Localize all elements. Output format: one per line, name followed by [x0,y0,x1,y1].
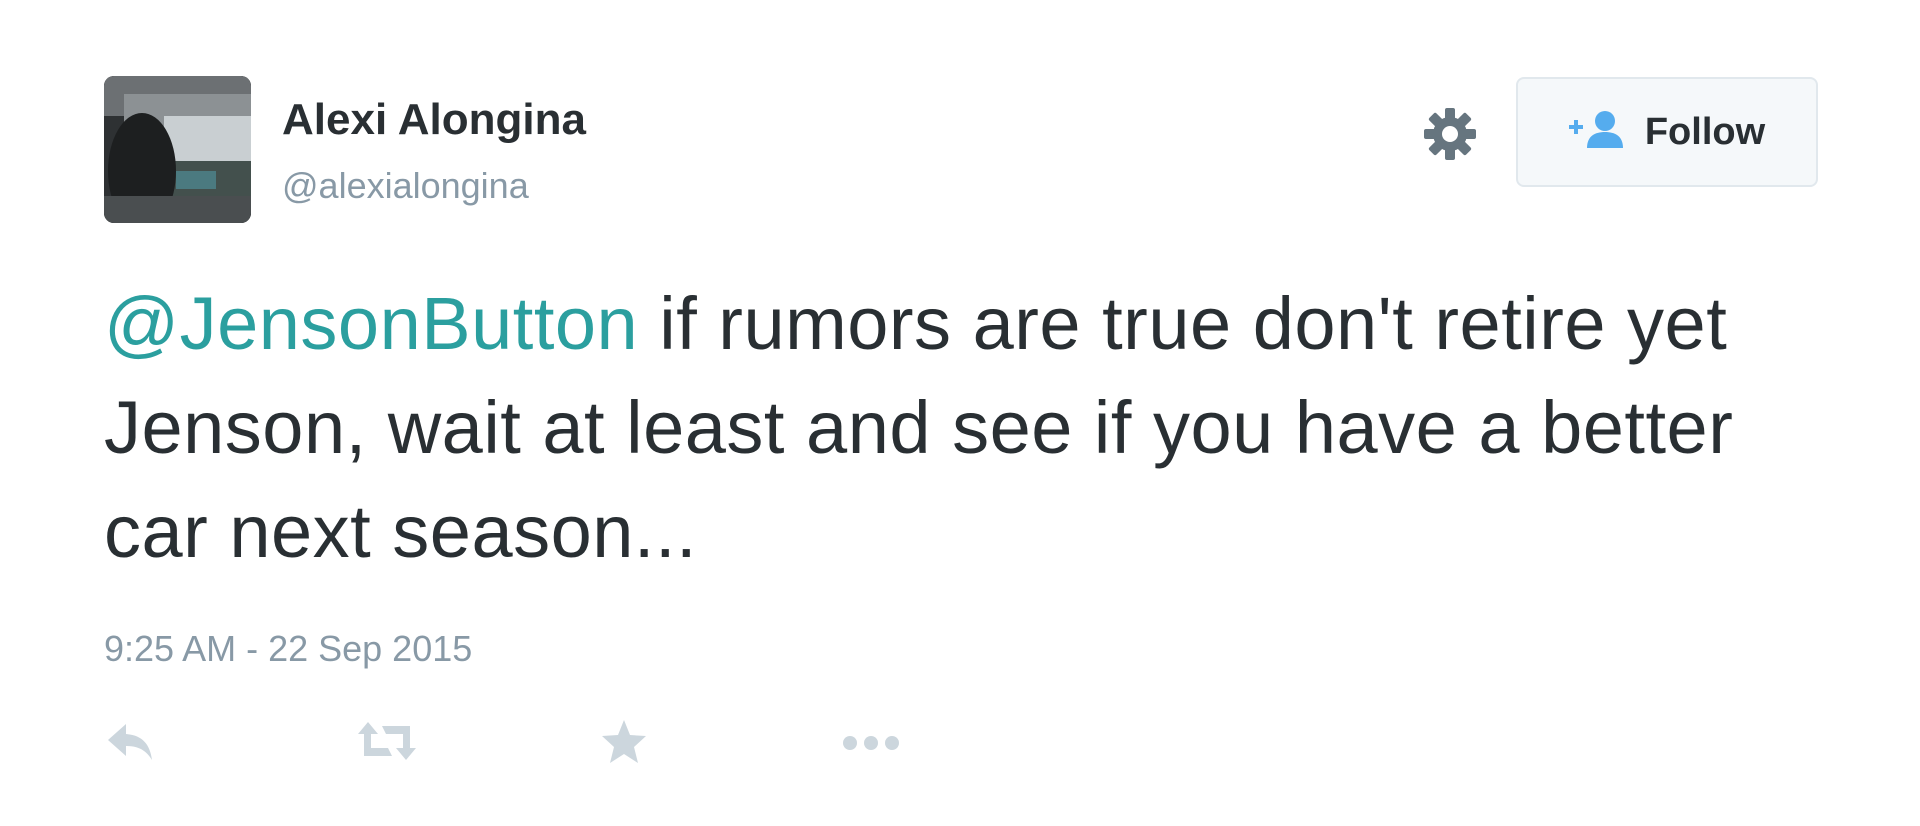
tweet-card: Alexi Alongina @alexialongina Follow @Je… [0,0,1920,826]
add-user-icon [1568,110,1627,155]
follow-button[interactable]: Follow [1516,77,1818,187]
user-screen-name[interactable]: @alexialongina [282,168,529,204]
avatar-image [104,76,251,223]
mention-link[interactable]: @JensonButton [104,282,638,365]
tweet-timestamp[interactable]: 9:25 AM - 22 Sep 2015 [104,628,472,670]
retweet-icon[interactable] [354,718,420,769]
tweet-text: @JensonButton if rumors are true don't r… [104,272,1804,584]
more-icon[interactable] [839,718,905,769]
reply-icon[interactable] [104,718,158,769]
gear-icon[interactable] [1420,104,1480,164]
avatar[interactable] [104,76,251,223]
star-icon[interactable] [599,718,649,771]
user-full-name[interactable]: Alexi Alongina [282,98,586,142]
follow-button-label: Follow [1644,110,1766,153]
